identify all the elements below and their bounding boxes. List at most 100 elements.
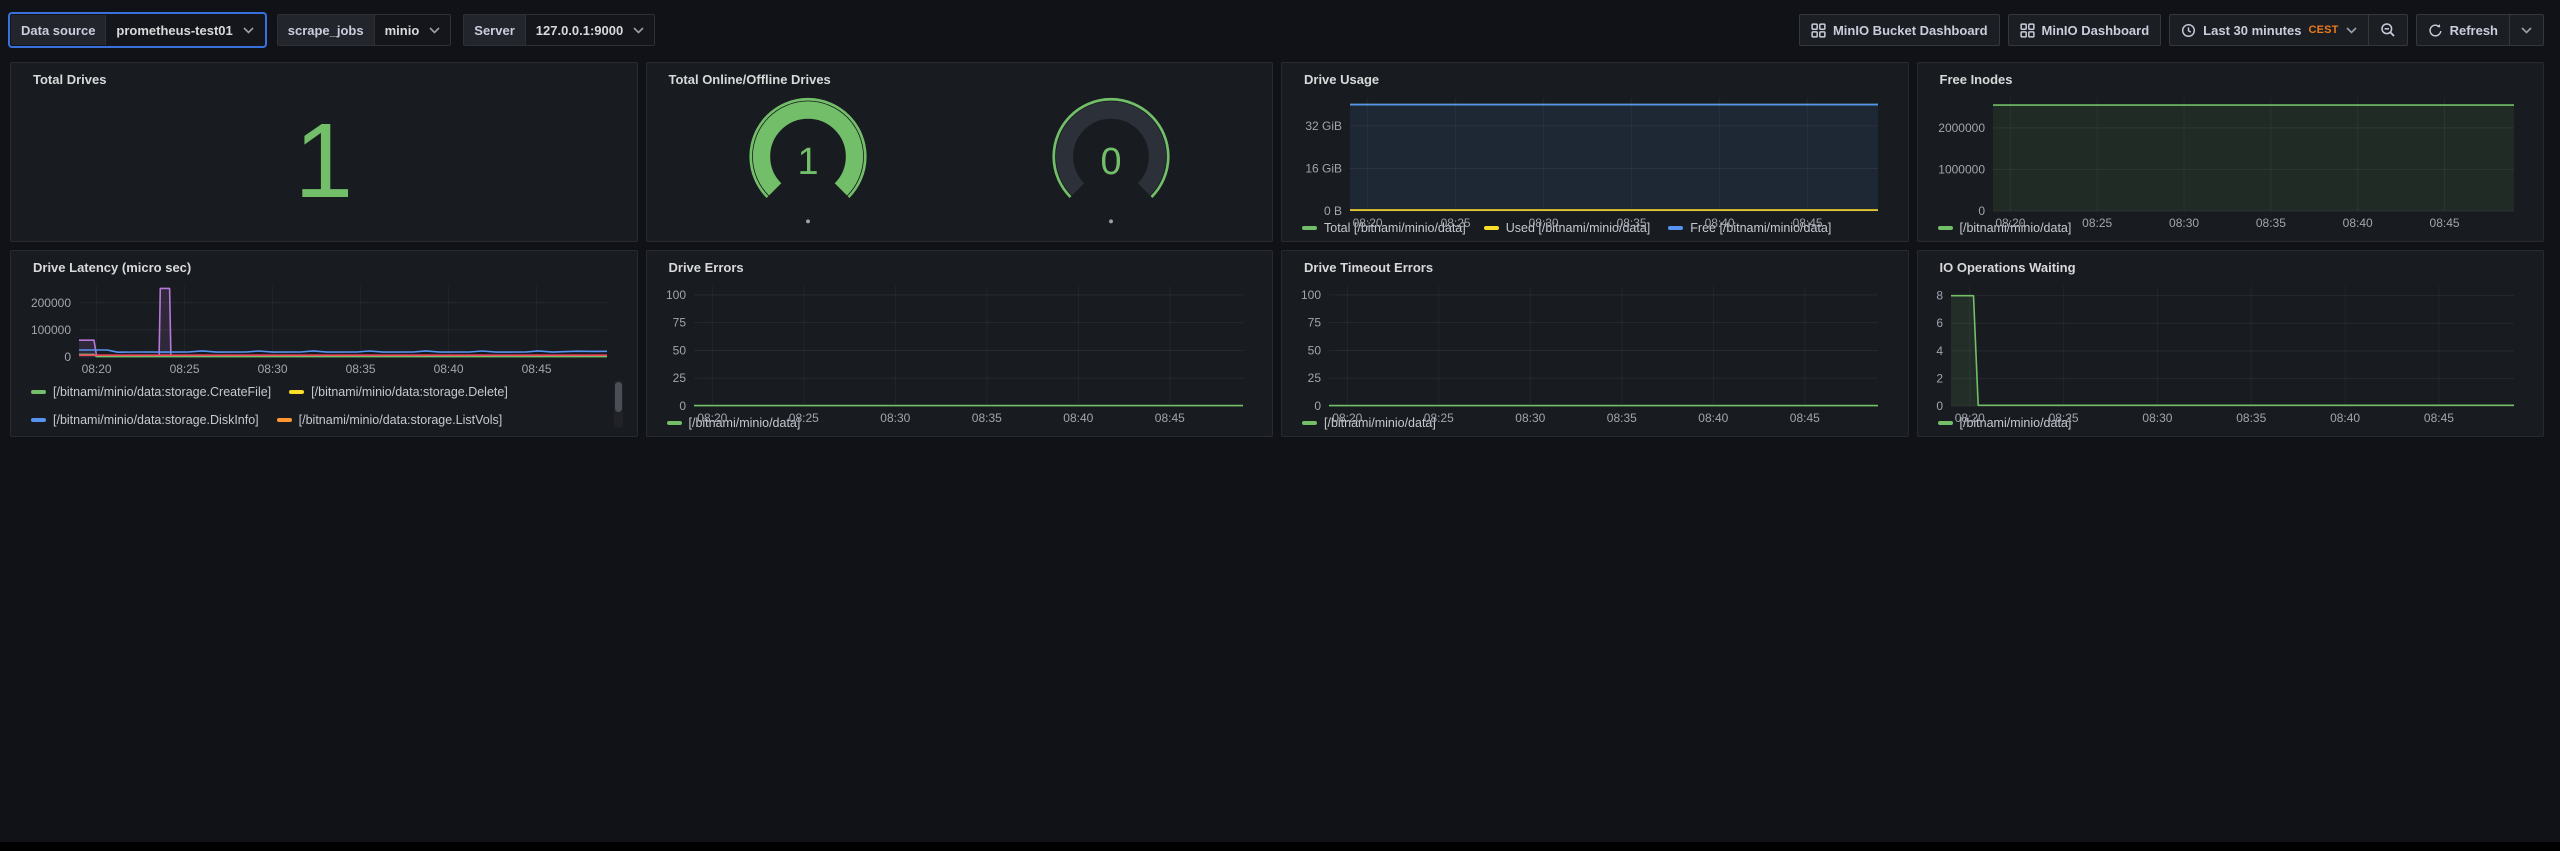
svg-text:08:25: 08:25	[170, 362, 200, 376]
apps-icon	[2020, 23, 2035, 38]
svg-text:08:35: 08:35	[1607, 411, 1637, 425]
drive-errors-chart[interactable]: 08:2008:2508:3008:3508:4008:450255075100	[657, 279, 1263, 413]
variable-data-source: Data source prometheus-test01	[10, 14, 265, 46]
svg-text:08:30: 08:30	[1529, 216, 1559, 230]
svg-text:0: 0	[1100, 141, 1121, 183]
svg-text:08:20: 08:20	[1995, 216, 2025, 230]
drive-timeout-errors-chart[interactable]: 08:2008:2508:3008:3508:4008:450255075100	[1292, 279, 1898, 413]
panel-title[interactable]: Drive Usage	[1292, 68, 1898, 91]
panel-online-offline-drives: Total Online/Offline Drives 1 0	[646, 62, 1274, 242]
chevron-down-icon	[2521, 27, 2532, 34]
dashboard-controls: Data source prometheus-test01 scrape_job…	[0, 0, 2560, 62]
panel-title[interactable]: Total Drives	[21, 68, 627, 91]
svg-text:08:40: 08:40	[1063, 411, 1093, 425]
svg-text:08:25: 08:25	[1424, 411, 1454, 425]
svg-text:0 B: 0 B	[1324, 204, 1342, 218]
svg-text:200000: 200000	[31, 296, 71, 310]
panel-title[interactable]: Free Inodes	[1928, 68, 2534, 91]
svg-text:08:20: 08:20	[82, 362, 112, 376]
drive-latency-chart[interactable]: 08:2008:2508:3008:3508:4008:450100000200…	[21, 279, 627, 378]
svg-text:4: 4	[1936, 344, 1943, 358]
panel-title[interactable]: Drive Timeout Errors	[1292, 256, 1898, 279]
legend-series-swatch	[31, 418, 46, 422]
legend-series-swatch	[31, 390, 46, 394]
svg-text:8: 8	[1936, 289, 1943, 303]
svg-text:2: 2	[1936, 371, 1943, 385]
variable-value: prometheus-test01	[116, 23, 232, 38]
svg-text:08:40: 08:40	[434, 362, 464, 376]
legend-series-label: [/bitnami/minio/data:storage.DiskInfo]	[53, 413, 259, 427]
svg-text:75: 75	[1308, 316, 1322, 330]
variable-scrape-jobs: scrape_jobs minio	[277, 14, 452, 46]
panel-title[interactable]: Drive Latency (micro sec)	[21, 256, 627, 279]
bottom-edge-strip	[0, 842, 2560, 851]
link-label: MinIO Bucket Dashboard	[1833, 23, 1988, 38]
legend-scrollbar	[614, 380, 623, 428]
svg-text:08:20: 08:20	[1954, 411, 1984, 425]
refresh-interval-dropdown[interactable]	[2510, 14, 2544, 46]
svg-text:75: 75	[672, 316, 686, 330]
legend-series-swatch	[289, 390, 304, 394]
svg-text:2000000: 2000000	[1938, 121, 1985, 135]
server-select[interactable]: 127.0.0.1:9000	[526, 15, 654, 45]
svg-text:08:35: 08:35	[971, 411, 1001, 425]
svg-text:08:35: 08:35	[2255, 216, 2285, 230]
scrape-jobs-select[interactable]: minio	[375, 15, 451, 45]
zoom-out-icon	[2380, 22, 2396, 38]
drive-usage-chart[interactable]: 08:2008:2508:3008:3508:4008:450 B16 GiB3…	[1292, 91, 1898, 218]
svg-text:08:45: 08:45	[2423, 411, 2453, 425]
legend-item[interactable]: [/bitnami/minio/data:storage.Delete]	[289, 381, 508, 402]
legend-scrollbar-thumb[interactable]	[615, 382, 622, 412]
template-variables: Data source prometheus-test01 scrape_job…	[10, 14, 655, 46]
panel-drive-errors: Drive Errors 08:2008:2508:3008:3508:4008…	[646, 250, 1274, 437]
svg-text:08:25: 08:25	[2048, 411, 2078, 425]
svg-text:100: 100	[1301, 288, 1321, 302]
variable-server: Server 127.0.0.1:9000	[463, 14, 655, 46]
clock-icon	[2181, 23, 2196, 38]
legend-item[interactable]: [/bitnami/minio/data:storage.DiskInfo]	[31, 409, 259, 430]
dashboard-grid: Total Drives 1 Total Online/Offline Driv…	[0, 62, 2560, 437]
timezone-label: CEST	[2308, 24, 2338, 36]
panel-title[interactable]: Drive Errors	[657, 256, 1263, 279]
free-inodes-chart[interactable]: 08:2008:2508:3008:3508:4008:450100000020…	[1928, 91, 2534, 218]
panel-title[interactable]: Total Online/Offline Drives	[657, 68, 1263, 91]
svg-text:1000000: 1000000	[1938, 162, 1985, 176]
panel-title[interactable]: IO Operations Waiting	[1928, 256, 2534, 279]
minio-bucket-dashboard-link[interactable]: MinIO Bucket Dashboard	[1799, 14, 2000, 46]
legend-series-label: [/bitnami/minio/data:storage.Delete]	[311, 385, 508, 399]
svg-text:50: 50	[672, 343, 686, 357]
total-drives-value: 1	[21, 91, 627, 235]
legend-item[interactable]: [/bitnami/minio/data:storage.CreateFile]	[31, 381, 271, 402]
svg-text:08:40: 08:40	[1698, 411, 1728, 425]
svg-text:08:40: 08:40	[1705, 216, 1735, 230]
svg-text:08:45: 08:45	[522, 362, 552, 376]
chevron-down-icon	[429, 27, 440, 34]
minio-dashboard-link[interactable]: MinIO Dashboard	[2008, 14, 2162, 46]
svg-text:08:35: 08:35	[2236, 411, 2266, 425]
svg-text:08:45: 08:45	[1793, 216, 1823, 230]
link-label: MinIO Dashboard	[2042, 23, 2150, 38]
apps-icon	[1811, 23, 1826, 38]
data-source-select[interactable]: prometheus-test01	[106, 15, 263, 45]
svg-text:25: 25	[1308, 371, 1322, 385]
svg-text:0: 0	[1936, 399, 1943, 413]
panel-io-operations-waiting: IO Operations Waiting 08:2008:2508:3008:…	[1917, 250, 2545, 437]
svg-text:0: 0	[1314, 399, 1321, 413]
svg-text:0: 0	[679, 399, 686, 413]
legend-series-swatch	[277, 418, 292, 422]
svg-text:08:20: 08:20	[697, 411, 727, 425]
refresh-controls: Refresh	[2416, 14, 2544, 46]
io-operations-waiting-chart[interactable]: 08:2008:2508:3008:3508:4008:4502468	[1928, 279, 2534, 413]
refresh-button[interactable]: Refresh	[2416, 14, 2510, 46]
time-range-label: Last 30 minutes	[2203, 23, 2301, 38]
legend-series-label: [/bitnami/minio/data:storage.ListVols]	[299, 413, 503, 427]
svg-text:08:45: 08:45	[1790, 411, 1820, 425]
panel-drive-latency: Drive Latency (micro sec) 08:2008:2508:3…	[10, 250, 638, 437]
time-zoom-out-button[interactable]	[2369, 14, 2408, 46]
time-controls: Last 30 minutes CEST	[2169, 14, 2407, 46]
legend-item[interactable]: [/bitnami/minio/data:storage.ListVols]	[277, 409, 503, 430]
svg-text:08:40: 08:40	[2342, 216, 2372, 230]
refresh-label: Refresh	[2450, 23, 2498, 38]
time-range-picker[interactable]: Last 30 minutes CEST	[2169, 14, 2368, 46]
svg-text:08:35: 08:35	[1617, 216, 1647, 230]
